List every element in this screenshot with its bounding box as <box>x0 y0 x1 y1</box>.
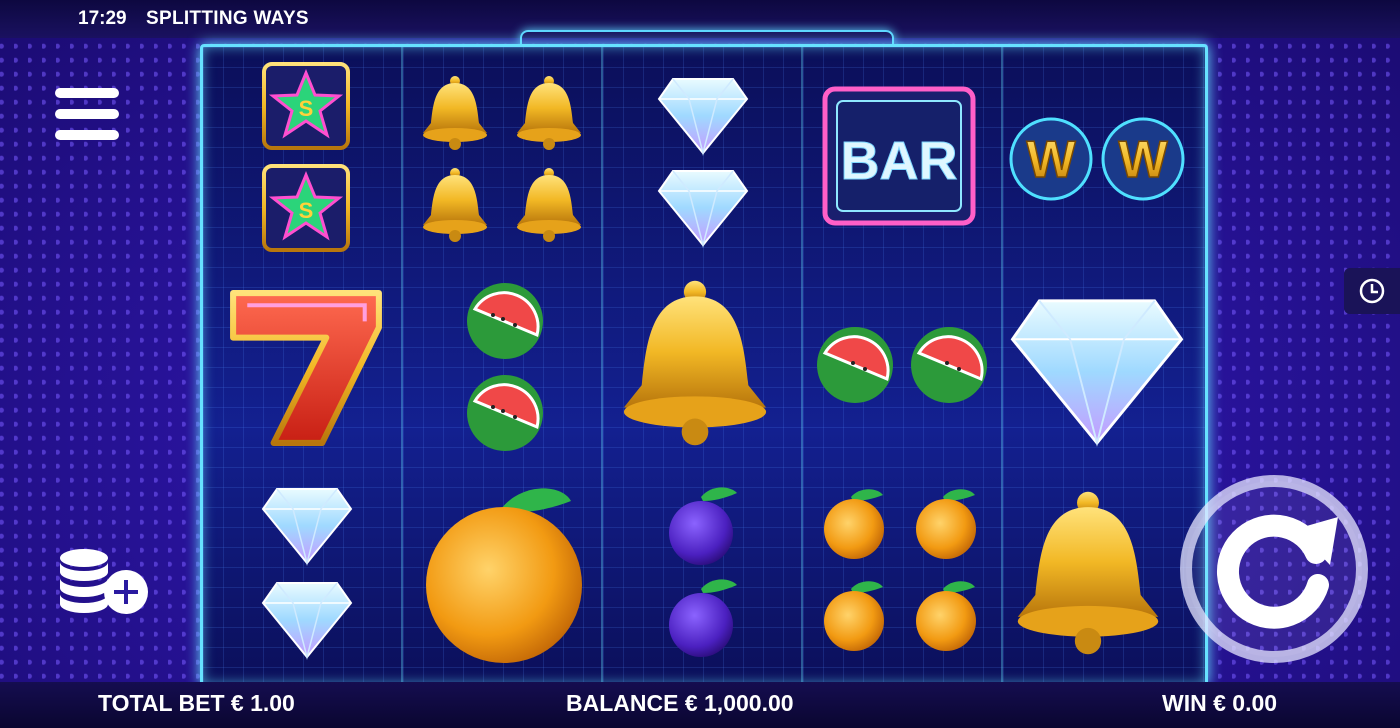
diamond-symbol <box>657 77 749 156</box>
wild-symbol: W <box>1005 113 1097 205</box>
diamond-symbol <box>657 169 749 248</box>
diamond-symbol <box>1010 297 1184 447</box>
orange-symbol <box>911 487 981 561</box>
plum-symbol <box>661 575 741 659</box>
orange-symbol <box>911 579 981 653</box>
total-bet: TOTAL BET € 1.00 <box>98 690 295 716</box>
svg-text:S: S <box>299 198 314 223</box>
diamond-symbol <box>261 581 353 660</box>
coin-stack-plus-icon <box>60 549 148 614</box>
svg-text:S: S <box>299 96 314 121</box>
wild-symbol: W <box>1097 113 1189 205</box>
svg-text:W: W <box>1026 131 1076 189</box>
svg-text:BAR: BAR <box>841 131 958 191</box>
orange-symbol <box>819 579 889 653</box>
spin-button[interactable] <box>1178 473 1370 665</box>
reel-2 <box>403 47 603 683</box>
watermelon-symbol <box>463 371 547 455</box>
bell-symbol <box>1009 483 1167 663</box>
reel-1: S S <box>203 47 403 683</box>
bell-symbol <box>513 167 585 243</box>
bell-symbol <box>513 75 585 151</box>
menu-button[interactable] <box>55 88 119 146</box>
plum-symbol <box>661 483 741 567</box>
reel-grid: S S BAR W W <box>200 44 1208 686</box>
svg-text:W: W <box>1118 131 1168 189</box>
reel-3 <box>603 47 803 683</box>
reel-5: W W <box>1003 47 1201 683</box>
reel-4: BAR <box>803 47 1003 683</box>
footer-bar: TOTAL BET € 1.00 BALANCE € 1,000.00 WIN … <box>0 682 1400 728</box>
bar-symbol: BAR <box>821 85 977 227</box>
orange-symbol <box>819 487 889 561</box>
scatter-star-symbol: S <box>261 61 351 151</box>
history-button[interactable] <box>1344 268 1400 314</box>
game-title: SPLITTING WAYS <box>146 8 309 29</box>
bell-symbol <box>419 167 491 243</box>
scatter-star-symbol: S <box>261 163 351 253</box>
orange-symbol <box>421 479 587 665</box>
watermelon-symbol <box>463 279 547 363</box>
hamburger-menu-icon <box>55 88 119 98</box>
spin-arrow-icon <box>1180 475 1368 663</box>
bell-symbol <box>615 275 775 451</box>
win-amount: WIN € 0.00 <box>1162 690 1278 716</box>
balance: BALANCE € 1,000.00 <box>566 690 794 716</box>
watermelon-symbol <box>907 323 991 407</box>
bet-settings-button[interactable] <box>54 546 150 626</box>
clock: 17:29 <box>78 8 127 29</box>
diamond-symbol <box>261 487 353 566</box>
bell-symbol <box>419 75 491 151</box>
clock-history-icon <box>1359 278 1385 304</box>
seven-symbol <box>225 287 387 449</box>
watermelon-symbol <box>813 323 897 407</box>
